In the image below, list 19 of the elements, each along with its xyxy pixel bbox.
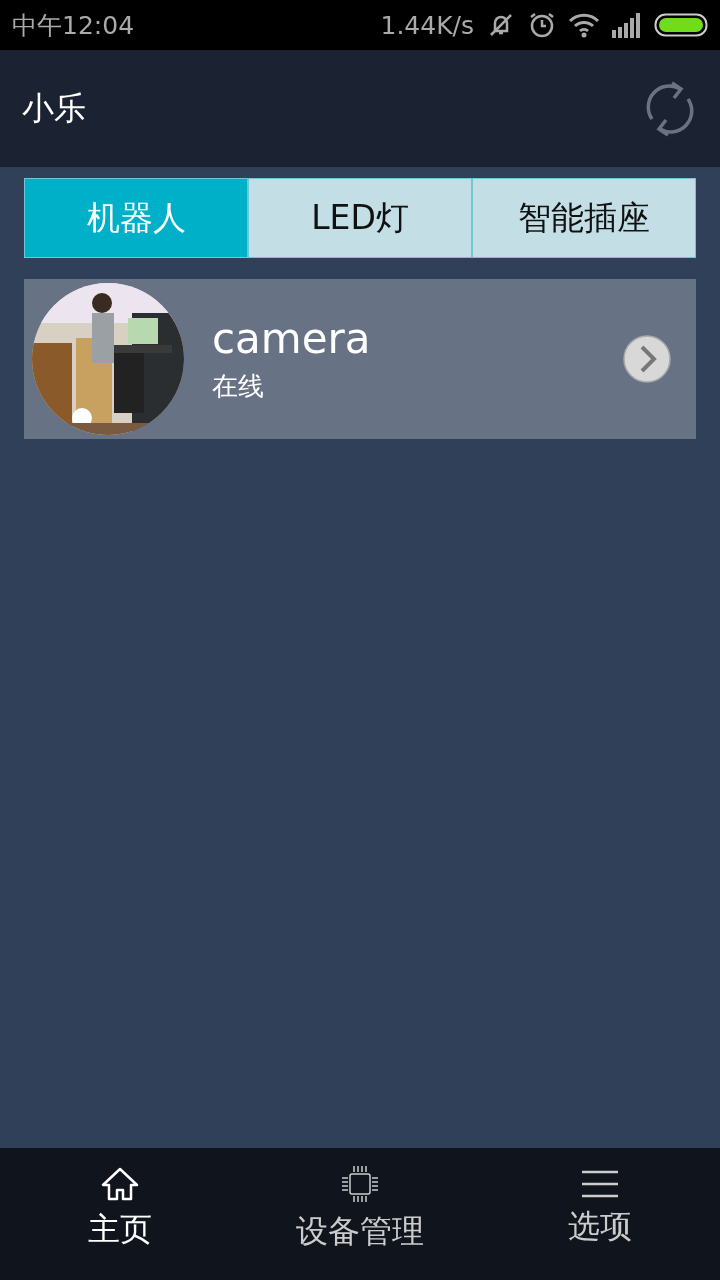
chevron-right-icon[interactable]	[622, 334, 672, 384]
nav-tab[interactable]: 选项	[480, 1148, 720, 1280]
device-status: 在线	[212, 370, 265, 403]
nav-tab[interactable]: 主页	[0, 1148, 240, 1280]
device-name: camera	[212, 314, 372, 363]
nav-tab[interactable]: 设备管理	[240, 1148, 480, 1280]
status-time: 中午12:04	[12, 9, 135, 42]
home-icon	[100, 1166, 140, 1202]
chip-icon	[340, 1164, 380, 1204]
menu-icon	[581, 1169, 619, 1199]
alarm-clock-icon	[528, 11, 556, 39]
network-speed: 1.44K/s	[380, 10, 474, 40]
wifi-icon	[568, 12, 600, 38]
category-tab[interactable]: LED灯	[247, 179, 471, 257]
device-card[interactable]: camera 在线	[24, 279, 696, 439]
battery-icon	[654, 12, 708, 38]
app-title: 小乐	[22, 87, 86, 129]
signal-icon	[612, 12, 642, 38]
category-tab[interactable]: 智能插座	[471, 179, 695, 257]
